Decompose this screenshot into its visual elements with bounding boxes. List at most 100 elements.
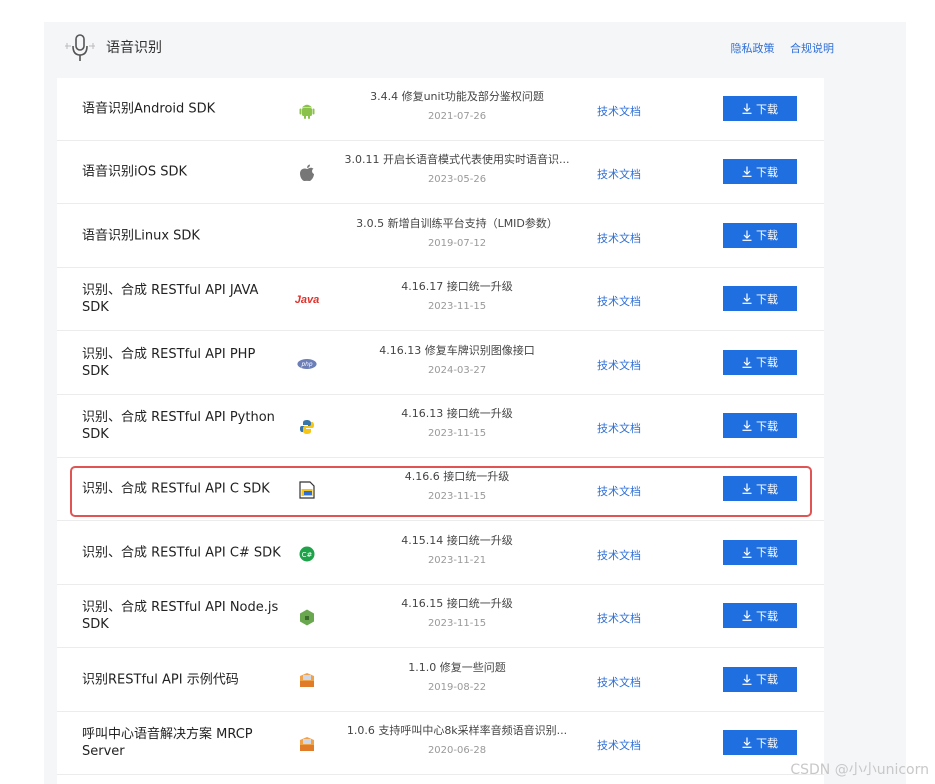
version-text: 3.0.11 开启长语音模式代表使用实时语音识... [344,153,570,167]
sdk-row: 识别、合成 RESTful API JAVA SDK Java 4.16.17 接口… [57,268,824,332]
download-label: 下载 [756,610,778,623]
release-date: 2021-07-26 [427,111,487,122]
sdk-row: 呼叫中心语音解决方案 MRCP Server 1.0.6 支持呼叫中心8k采样率音… [57,712,824,775]
sdk-list: 语音识别Android SDK 3.4.4 修复unit功能及部分鉴权问题 2021… [57,78,824,784]
download-icon [742,230,752,241]
svg-text:php: php [300,362,312,368]
sdk-name: 识别、合成 RESTful API C# SDK [82,545,281,561]
sdk-name: 识别RESTful API 示例代码 [82,672,239,688]
sdk-name: 语音识别iOS SDK [82,164,188,180]
version-text: 4.16.13 接口统一升级 [401,407,513,420]
header-links: 隐私政策 合规说明 [719,40,835,56]
sdk-row: 识别、合成 RESTful API C# SDK C# 4.15.14 接口统一升级… [57,522,824,585]
php-icon: php [297,354,317,374]
tech-doc-link[interactable]: 技术文档 [597,293,641,309]
version-text: 4.16.15 接口统一升级 [401,597,513,611]
version-text: 3.4.4 修复unit功能及部分鉴权问题 [370,90,544,103]
download-label: 下载 [756,674,778,687]
download-button[interactable]: 下载 [723,730,797,755]
csharp-icon: C# [297,544,317,564]
download-icon [742,674,752,685]
svg-text:C#: C# [302,551,313,559]
tech-doc-link[interactable]: 技术文档 [597,103,641,119]
release-date: 2020-06-28 [427,745,487,756]
python-icon [297,417,317,437]
java-icon: Java [294,294,320,307]
compliance-link[interactable]: 合规说明 [790,42,834,55]
download-icon [742,357,752,368]
download-icon [742,103,752,114]
download-button[interactable]: 下载 [723,286,797,312]
sdk-row: 语音识别Android SDK 3.4.4 修复unit功能及部分鉴权问题 2021… [57,78,824,141]
privacy-policy-link[interactable]: 隐私政策 [731,42,775,55]
download-button[interactable]: 下载 [723,96,797,121]
download-icon [742,610,752,622]
download-button[interactable]: 下载 [723,539,797,565]
download-label: 下载 [756,357,778,370]
sdk-name: 识别、合成 RESTful API Node.js SDK [82,600,279,633]
version-text: 4.16.17 接口统一升级 [401,280,513,294]
sdk-name: 识别、合成 RESTful API Python SDK [82,410,275,442]
download-label: 下载 [756,230,778,243]
download-icon [742,293,752,305]
tech-doc-link[interactable]: 技术文档 [597,737,641,753]
release-date: 2024-03-27 [427,364,487,376]
release-date: 2023-05-26 [427,174,487,186]
download-button[interactable]: 下载 [723,666,797,692]
tech-doc-link[interactable]: 技术文档 [597,230,641,246]
download-button[interactable]: 下载 [723,349,797,375]
download-label: 下载 [756,420,778,433]
download-label: 下载 [756,547,778,560]
watermark: CSDN @小小unicorn [790,762,929,778]
download-icon [742,166,752,178]
release-date: 2019-08-22 [427,681,487,693]
sdk-row: 识别、合成 RESTful API Python SDK 4.16.13 接口统一… [57,395,824,458]
sdk-panel: 语音识别 隐私政策 合规说明 语音识别Android SDK 3.4.4 修复un… [44,22,906,784]
package-icon [297,671,317,691]
sdk-name: 语音识别Linux SDK [82,228,200,244]
release-date: 2023-11-15 [427,618,487,630]
sdk-name: 语音识别Android SDK [82,101,216,117]
highlight-box [70,466,812,517]
version-text: 4.16.13 修复车牌识别图像接口 [379,343,535,357]
download-icon [742,737,752,748]
tech-doc-link[interactable]: 技术文档 [597,547,641,563]
sdk-name: 识别、合成 RESTful API PHP SDK [82,346,256,379]
download-icon [742,547,752,558]
download-label: 下载 [756,166,778,179]
tech-doc-link[interactable]: 技术文档 [597,420,641,436]
release-date: 2023-11-15 [427,428,487,439]
sdk-row: 语音识别iOS SDK 3.0.11 开启长语音模式代表使用实时语音识... 202… [57,141,824,205]
microphone-icon [65,34,95,61]
sdk-row: 识别、合成 RESTful API Node.js SDK 4.16.15 接口统… [57,585,824,649]
version-text: 3.0.5 新增自训练平台支持（LMID参数） [356,216,558,230]
version-text: 1.0.6 支持呼叫中心8k采样率音频语音识别... [346,724,568,737]
apple-icon [297,163,317,183]
tech-doc-link[interactable]: 技术文档 [597,674,641,690]
download-label: 下载 [756,293,778,306]
download-button[interactable]: 下载 [723,413,797,438]
tech-doc-link[interactable]: 技术文档 [597,610,641,626]
release-date: 2019-07-12 [427,237,487,249]
download-icon [742,420,752,431]
android-icon [297,100,317,120]
sdk-row: 语音识别Linux SDK 3.0.5 新增自训练平台支持（LMID参数） 2019… [57,205,824,268]
section-title: 语音识别 [106,40,162,56]
sdk-name: 呼叫中心语音解决方案 MRCP Server [82,727,253,759]
version-text: 1.1.0 修复一些问题 [408,660,506,674]
download-button[interactable]: 下载 [723,159,797,185]
download-label: 下载 [756,103,778,116]
release-date: 2023-11-21 [427,554,487,566]
release-date: 2023-11-15 [427,301,487,313]
download-button[interactable]: 下载 [723,222,797,248]
download-button[interactable]: 下载 [723,603,797,629]
package-icon [297,734,317,754]
version-text: 4.15.14 接口统一升级 [401,533,513,547]
tech-doc-link[interactable]: 技术文档 [597,357,641,373]
download-label: 下载 [756,737,778,750]
tech-doc-link[interactable]: 技术文档 [597,166,641,182]
panel-header: 语音识别 隐私政策 合规说明 [44,22,906,76]
sdk-name: 识别、合成 RESTful API JAVA SDK [82,283,259,316]
sdk-row: 识别RESTful API 示例代码 1.1.0 修复一些问题 2019-08-22… [57,649,824,712]
nodejs-icon [297,607,317,627]
